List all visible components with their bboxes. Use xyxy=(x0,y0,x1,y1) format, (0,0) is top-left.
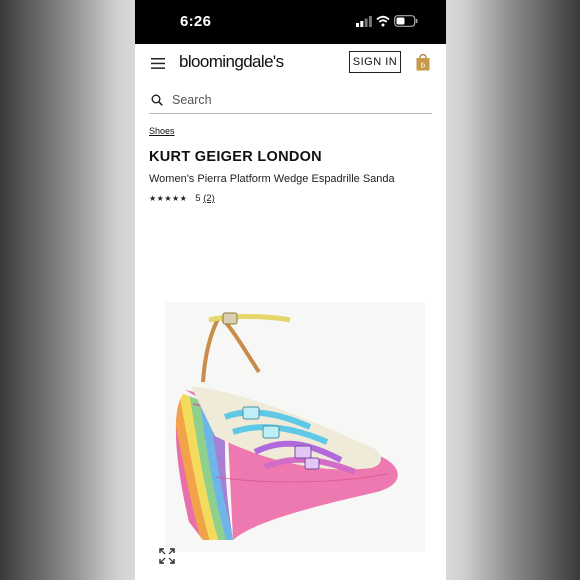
product-brand[interactable]: KURT GEIGER LONDON xyxy=(149,149,322,165)
status-time: 6:26 xyxy=(180,13,212,30)
search-input[interactable]: Search xyxy=(172,93,212,107)
expand-icon[interactable] xyxy=(159,548,175,564)
shopping-bag-icon[interactable]: b xyxy=(416,53,430,71)
phone-screen: 6:26 bloomingdale's SIGN IN b Search Sho… xyxy=(135,0,446,580)
search-icon xyxy=(151,94,163,106)
search-bar[interactable]: Search xyxy=(149,88,432,114)
menu-icon[interactable] xyxy=(151,58,165,69)
sign-in-button[interactable]: SIGN IN xyxy=(349,51,401,73)
status-bar: 6:26 xyxy=(135,0,446,44)
product-image[interactable] xyxy=(145,222,436,580)
signal-icon xyxy=(356,16,372,27)
bloomingdales-logo[interactable]: bloomingdale's xyxy=(179,52,284,72)
review-count-link[interactable]: (2) xyxy=(203,193,215,204)
rating-stars: ★★★★★ xyxy=(149,194,188,203)
site-header: bloomingdale's SIGN IN b xyxy=(135,44,446,84)
product-name: Women's Pierra Platform Wedge Espadrille… xyxy=(149,173,395,185)
battery-icon xyxy=(394,15,418,27)
svg-text:b: b xyxy=(421,61,425,70)
product-rating: ★★★★★ 5 (2) xyxy=(149,193,215,204)
breadcrumb[interactable]: Shoes xyxy=(149,126,175,136)
wifi-icon xyxy=(376,15,390,27)
rating-value: 5 xyxy=(195,193,201,204)
